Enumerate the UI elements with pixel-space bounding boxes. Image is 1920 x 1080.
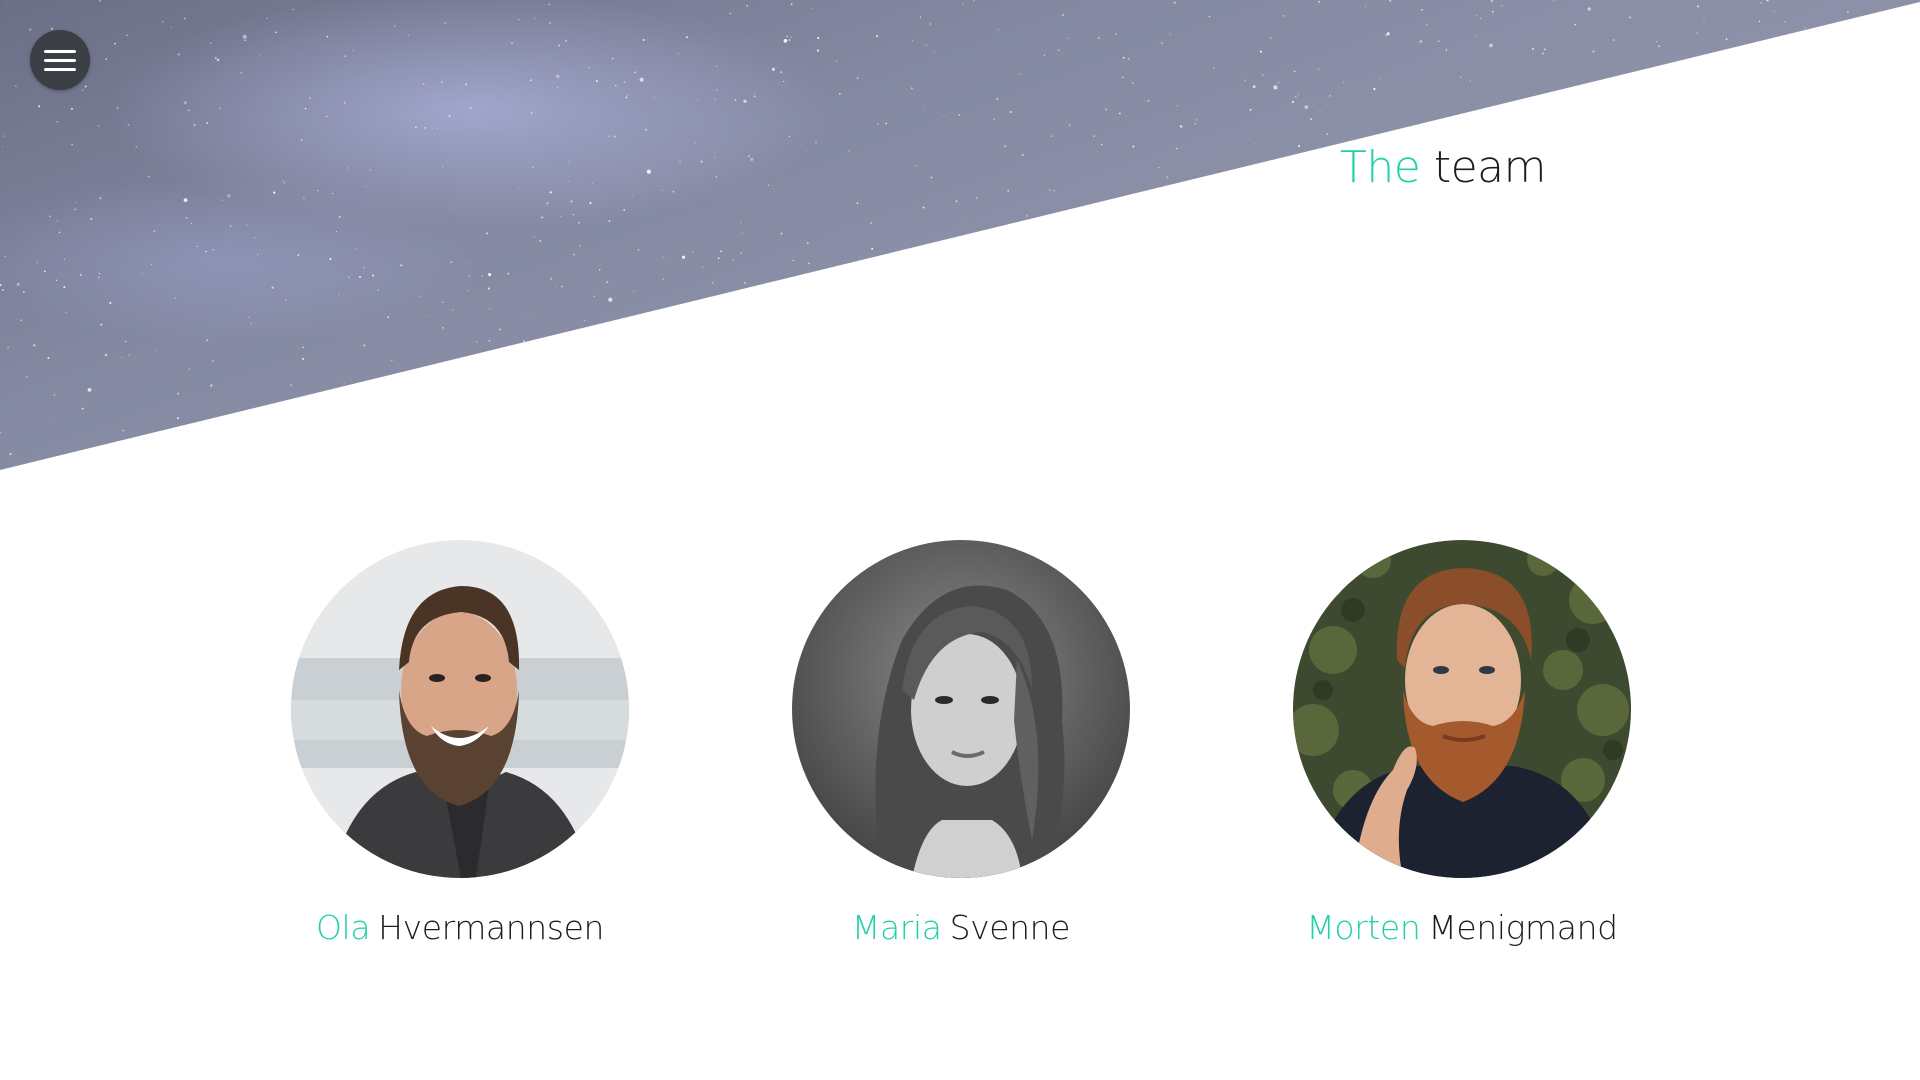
avatar (291, 540, 629, 878)
team-member-name: Maria Svenne (741, 906, 1181, 950)
section-title-rest: team (1433, 142, 1547, 193)
starry-sky-image (0, 0, 1920, 470)
section-title: The team (1340, 138, 1547, 198)
member-last-name: Svenne (949, 908, 1071, 947)
member-last-name: Menigmand (1428, 908, 1618, 947)
red-bearded-man-photo (1293, 540, 1631, 878)
menu-button[interactable] (30, 30, 90, 90)
bearded-man-smiling-photo (291, 540, 629, 878)
team-member-name: Ola Hvermannsen (240, 906, 680, 950)
hamburger-menu-icon-bar (44, 67, 76, 71)
page: The team Ola Hvermannsen Maria Svenne Mo… (0, 0, 1920, 1080)
woman-black-and-white-photo (792, 540, 1130, 878)
team-member-card: Maria Svenne (741, 540, 1181, 950)
avatar (1293, 540, 1631, 878)
member-last-name: Hvermannsen (378, 908, 604, 947)
member-first-name: Ola (315, 908, 371, 947)
member-first-name: Maria (851, 908, 942, 947)
team-member-card: Morten Menigmand (1242, 540, 1682, 950)
team-member-card: Ola Hvermannsen (240, 540, 680, 950)
avatar (792, 540, 1130, 878)
section-title-accent: The (1340, 142, 1421, 193)
member-first-name: Morten (1306, 908, 1421, 947)
hamburger-menu-icon-bar (44, 58, 76, 62)
hamburger-menu-icon (44, 49, 76, 53)
hero-banner (0, 0, 1920, 470)
team-member-name: Morten Menigmand (1242, 906, 1682, 950)
